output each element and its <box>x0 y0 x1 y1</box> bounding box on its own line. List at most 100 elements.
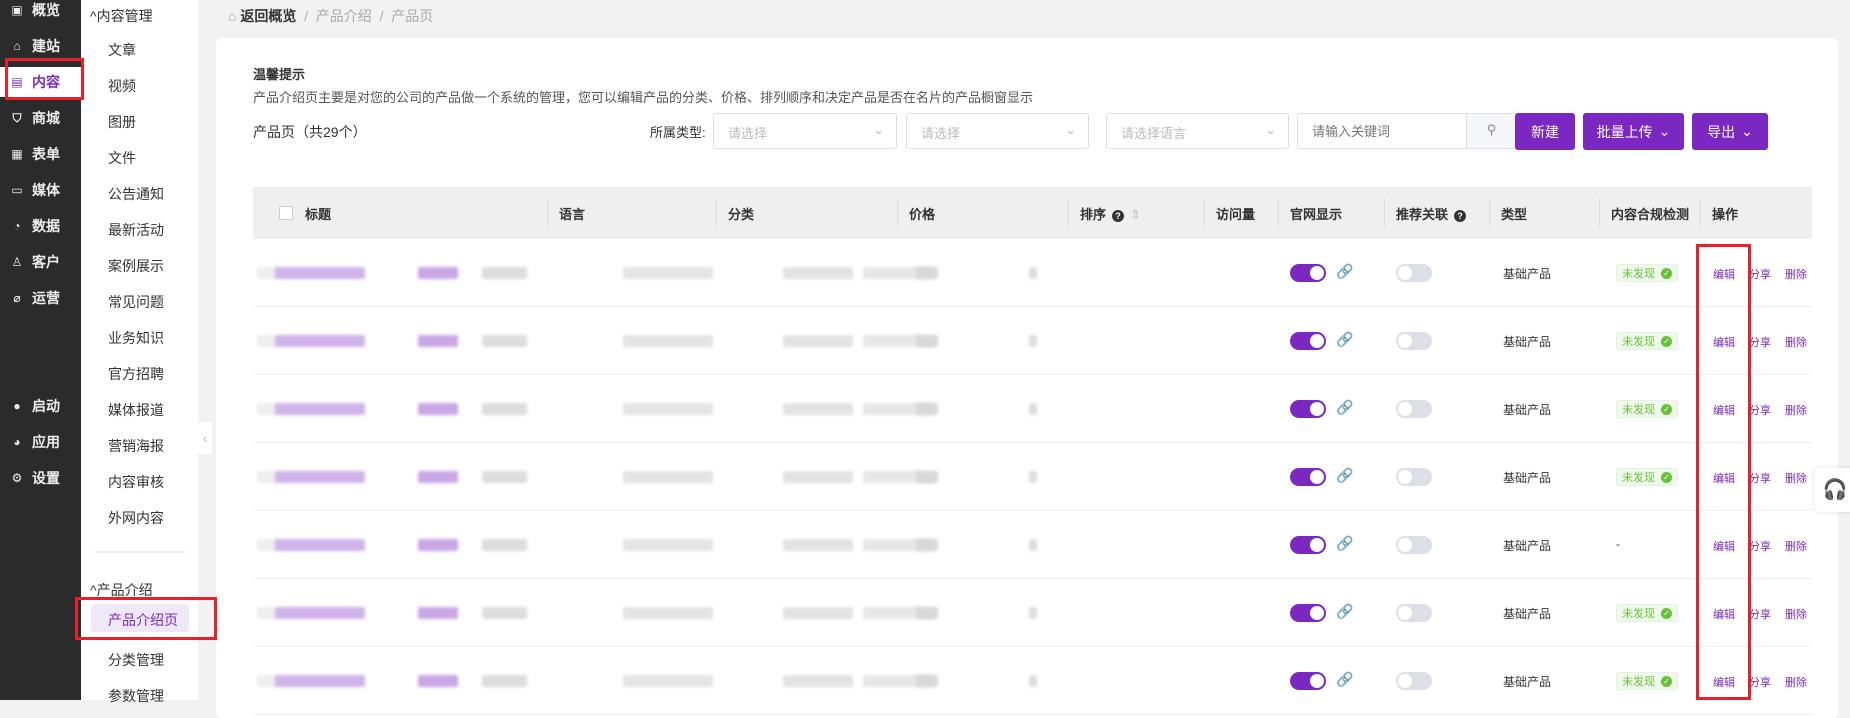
link-icon[interactable]: 🔗 <box>1336 331 1353 348</box>
site-display-toggle[interactable] <box>1290 400 1326 418</box>
nav-item-8[interactable]: ⌀ 运营 <box>0 283 81 313</box>
edit-link[interactable]: 编辑 <box>1713 402 1735 418</box>
breadcrumb-sep: / <box>379 8 384 24</box>
check-icon: ✓ <box>1661 471 1672 483</box>
site-display-toggle[interactable] <box>1290 536 1326 554</box>
group-product-intro[interactable]: ^产品介绍 <box>90 580 153 600</box>
help-icon[interactable]: ? <box>1454 209 1467 222</box>
share-link[interactable]: 分享 <box>1749 334 1771 350</box>
subnav-item[interactable]: 外网内容 <box>108 508 164 528</box>
sort-icon[interactable]: ⇕ <box>1130 207 1141 222</box>
nav-item-10[interactable]: ◕ 应用 <box>0 427 81 457</box>
edit-link[interactable]: 编辑 <box>1713 538 1735 554</box>
subnav-item[interactable]: 内容审核 <box>108 472 164 492</box>
delete-link[interactable]: 删除 <box>1785 606 1807 622</box>
edit-link[interactable]: 编辑 <box>1713 266 1735 282</box>
nav-label: 启动 <box>32 398 60 414</box>
header-label: 操作 <box>1712 207 1739 222</box>
type-select[interactable]: 请选择 ⌄ <box>713 113 897 149</box>
help-icon[interactable]: ? <box>1112 209 1125 222</box>
edit-link[interactable]: 编辑 <box>1713 334 1735 350</box>
link-icon[interactable]: 🔗 <box>1336 671 1353 688</box>
subnav-item[interactable]: 官方招聘 <box>108 364 164 384</box>
delete-link[interactable]: 删除 <box>1785 334 1807 350</box>
recommend-toggle[interactable] <box>1396 332 1432 350</box>
link-icon[interactable]: 🔗 <box>1336 535 1353 552</box>
subnav-item[interactable]: 文件 <box>108 148 136 168</box>
site-display-toggle[interactable] <box>1290 468 1326 486</box>
nav-item-3[interactable]: ⛉ 商城 <box>0 103 81 133</box>
recommend-toggle[interactable] <box>1396 264 1432 282</box>
nav-item-1[interactable]: ⌂ 建站 <box>0 31 81 61</box>
share-link[interactable]: 分享 <box>1749 674 1771 690</box>
nav-item-4[interactable]: ▦ 表单 <box>0 139 81 169</box>
link-icon[interactable]: 🔗 <box>1336 603 1353 620</box>
nav-item-0[interactable]: ▣ 概览 <box>0 0 81 25</box>
recommend-toggle[interactable] <box>1396 536 1432 554</box>
redacted-content <box>257 267 277 279</box>
category-select[interactable]: 请选择 ⌄ <box>906 113 1089 149</box>
customer-service-button[interactable]: 🎧 <box>1815 468 1850 512</box>
select-all-checkbox[interactable] <box>279 206 293 220</box>
nav-item-9[interactable]: ● 启动 <box>0 391 81 421</box>
export-button[interactable]: 导出 ⌄ <box>1692 113 1768 150</box>
subnav-item-active[interactable]: 产品介绍页 <box>91 604 189 632</box>
breadcrumb-level1[interactable]: 产品介绍 <box>316 8 372 24</box>
site-display-toggle[interactable] <box>1290 332 1326 350</box>
subnav-item[interactable]: 公告通知 <box>108 184 164 204</box>
subnav-item[interactable]: 业务知识 <box>108 328 164 348</box>
redacted-content <box>1029 335 1037 347</box>
share-link[interactable]: 分享 <box>1749 538 1771 554</box>
batch-upload-button[interactable]: 批量上传 ⌄ <box>1583 113 1684 150</box>
subnav-item[interactable]: 媒体报道 <box>108 400 164 420</box>
site-display-toggle[interactable] <box>1290 264 1326 282</box>
redacted-content <box>916 335 938 347</box>
subnav-item[interactable]: 案例展示 <box>108 256 164 276</box>
delete-link[interactable]: 删除 <box>1785 402 1807 418</box>
search-button[interactable]: ⚲ <box>1466 113 1517 149</box>
link-icon[interactable]: 🔗 <box>1336 263 1353 280</box>
share-link[interactable]: 分享 <box>1749 470 1771 486</box>
delete-link[interactable]: 删除 <box>1785 470 1807 486</box>
subnav-item[interactable]: 常见问题 <box>108 292 164 312</box>
language-select[interactable]: 请选择语言 ⌄ <box>1106 113 1289 149</box>
collapse-sidebar-button[interactable]: ‹ <box>198 422 212 454</box>
delete-link[interactable]: 删除 <box>1785 266 1807 282</box>
subnav-item[interactable]: 分类管理 <box>108 650 164 670</box>
subnav-item[interactable]: 最新活动 <box>108 220 164 240</box>
share-link[interactable]: 分享 <box>1749 266 1771 282</box>
keyword-input[interactable] <box>1297 113 1467 149</box>
subnav-item[interactable]: 参数管理 <box>108 686 164 706</box>
delete-link[interactable]: 删除 <box>1785 538 1807 554</box>
edit-link[interactable]: 编辑 <box>1713 470 1735 486</box>
subnav-item[interactable]: 视频 <box>108 76 136 96</box>
select-placeholder: 请选择 <box>921 126 961 141</box>
share-link[interactable]: 分享 <box>1749 402 1771 418</box>
nav-item-2[interactable]: ▤ 内容 <box>0 67 81 97</box>
column-header[interactable]: 排序? ⇕ <box>1080 204 1141 223</box>
delete-link[interactable]: 删除 <box>1785 674 1807 690</box>
share-link[interactable]: 分享 <box>1749 606 1771 622</box>
site-display-toggle[interactable] <box>1290 672 1326 690</box>
column-header: 类型 <box>1501 204 1527 223</box>
subnav-item[interactable]: 文章 <box>108 40 136 60</box>
new-button[interactable]: 新建 <box>1515 113 1575 150</box>
link-icon[interactable]: 🔗 <box>1336 467 1353 484</box>
breadcrumb-home[interactable]: 返回概览 <box>240 8 296 24</box>
recommend-toggle[interactable] <box>1396 468 1432 486</box>
nav-item-11[interactable]: ⚙ 设置 <box>0 463 81 493</box>
edit-link[interactable]: 编辑 <box>1713 674 1735 690</box>
table-row: 🔗 基础产品 未发现 ✓ 编辑 分享 删除 <box>253 307 1812 375</box>
recommend-toggle[interactable] <box>1396 604 1432 622</box>
subnav-item[interactable]: 营销海报 <box>108 436 164 456</box>
edit-link[interactable]: 编辑 <box>1713 606 1735 622</box>
recommend-toggle[interactable] <box>1396 672 1432 690</box>
site-display-toggle[interactable] <box>1290 604 1326 622</box>
link-icon[interactable]: 🔗 <box>1336 399 1353 416</box>
nav-item-7[interactable]: ♙ 客户 <box>0 247 81 277</box>
group-content-management[interactable]: ^内容管理 <box>90 6 153 26</box>
nav-item-5[interactable]: ▭ 媒体 <box>0 175 81 205</box>
nav-item-6[interactable]: ◔ 数据 <box>0 211 81 241</box>
recommend-toggle[interactable] <box>1396 400 1432 418</box>
subnav-item[interactable]: 图册 <box>108 112 136 132</box>
